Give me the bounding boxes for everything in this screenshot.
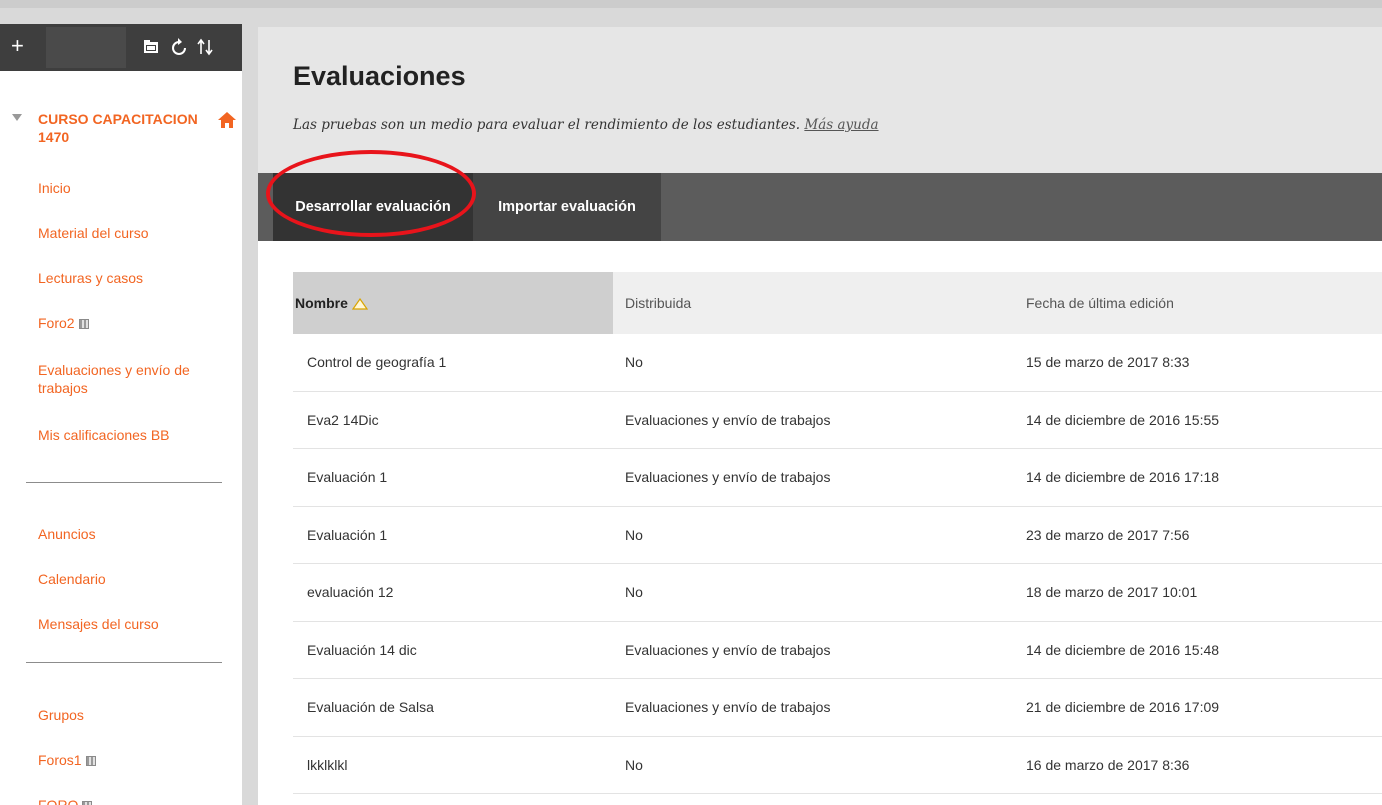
sidebar-item-inicio[interactable]: Inicio (38, 179, 71, 197)
test-name-link[interactable]: Control de geografía 1 (307, 334, 446, 390)
collapse-triangle-icon[interactable] (12, 114, 22, 121)
test-name-link[interactable]: evaluación 12 (307, 564, 393, 620)
column-header-name[interactable]: Nombre (293, 272, 613, 334)
table-header-row: Nombre Distribuida Fecha de última edici… (293, 272, 1382, 334)
test-name-link[interactable]: Evaluación 1 (307, 507, 387, 563)
sidebar-item-mis-calificaciones[interactable]: Mis calificaciones BB (38, 426, 170, 444)
sort-ascending-icon (351, 274, 369, 336)
group-tool-icon (82, 801, 93, 805)
group-tool-icon (78, 319, 89, 329)
sidebar-item-foro[interactable]: FORO (38, 796, 93, 805)
sidebar-item-foros1[interactable]: Foros1 (38, 751, 96, 769)
test-name-link[interactable]: lkklklkl (307, 737, 347, 793)
deployed-cell: Evaluaciones y envío de trabajos (625, 641, 831, 658)
sidebar-item-label: Foro2 (38, 315, 75, 331)
deployed-cell: No (625, 526, 643, 543)
deployed-cell: No (625, 756, 643, 773)
sidebar-item-evaluaciones-y-envio[interactable]: Evaluaciones y envío de trabajos (38, 361, 213, 397)
sidebar-item-mensajes-del-curso[interactable]: Mensajes del curso (38, 615, 159, 633)
column-header-deployed[interactable]: Distribuida (625, 272, 691, 334)
sidebar-divider (26, 482, 222, 483)
last-edit-cell: 14 de diciembre de 2016 17:18 (1026, 469, 1220, 485)
sidebar-toolbar: + (0, 24, 242, 71)
refresh-icon[interactable] (171, 38, 187, 61)
sidebar-item-label: FORO (38, 797, 79, 805)
action-bar: Desarrollar evaluación Importar evaluaci… (258, 173, 1382, 241)
last-edit-cell: 16 de marzo de 2017 8:36 (1026, 756, 1190, 773)
column-header-last-edit[interactable]: Fecha de última edición (1026, 272, 1174, 334)
home-icon[interactable] (218, 112, 236, 133)
sidebar-item-calendario[interactable]: Calendario (38, 570, 106, 588)
page-description: Las pruebas son un medio para evaluar el… (293, 117, 879, 133)
browser-top-strip (0, 0, 1382, 8)
sidebar-item-grupos[interactable]: Grupos (38, 706, 84, 724)
more-help-link[interactable]: Más ayuda (804, 117, 878, 133)
last-edit-cell: 15 de marzo de 2017 8:33 (1026, 354, 1190, 370)
page-header: Evaluaciones Las pruebas son un medio pa… (258, 27, 1382, 173)
add-menu-item-button[interactable]: + (11, 34, 24, 58)
test-name-link[interactable]: Eva2 14Dic (307, 392, 379, 448)
page-title: Evaluaciones (293, 61, 466, 91)
group-tool-icon (85, 756, 96, 766)
sort-icon[interactable] (196, 38, 214, 61)
sidebar-item-foro2[interactable]: Foro2 (38, 314, 89, 332)
last-edit-cell: 14 de diciembre de 2016 15:48 (1026, 641, 1220, 658)
table-row: Eva2 14Dic Evaluaciones y envío de traba… (293, 392, 1382, 449)
tests-table: Nombre Distribuida Fecha de última edici… (293, 272, 1382, 794)
develop-test-button[interactable]: Desarrollar evaluación (273, 173, 473, 241)
table-row: Evaluación 1 No 23 de marzo de 2017 7:56 (293, 507, 1382, 564)
table-row: lkklklkl No 16 de marzo de 2017 8:36 (293, 737, 1382, 794)
deployed-cell: No (625, 584, 643, 600)
course-sidebar: + CURSO CAPACITACION 1470 Inicio Materia… (0, 24, 242, 805)
sidebar-item-label: Foros1 (38, 752, 82, 768)
last-edit-cell: 23 de marzo de 2017 7:56 (1026, 526, 1190, 543)
table-row: Evaluación de Salsa Evaluaciones y envío… (293, 679, 1382, 737)
sidebar-divider (26, 662, 222, 663)
last-edit-cell: 14 de diciembre de 2016 15:55 (1026, 411, 1220, 428)
toolbar-blank-box (46, 27, 126, 68)
last-edit-cell: 21 de diciembre de 2016 17:09 (1026, 699, 1220, 715)
import-test-button[interactable]: Importar evaluación (473, 173, 661, 241)
deployed-cell: No (625, 354, 643, 370)
sidebar-item-anuncios[interactable]: Anuncios (38, 525, 96, 543)
deployed-cell: Evaluaciones y envío de trabajos (625, 469, 831, 485)
test-name-link[interactable]: Evaluación de Salsa (307, 679, 434, 735)
test-name-link[interactable]: Evaluación 1 (307, 449, 387, 505)
deployed-cell: Evaluaciones y envío de trabajos (625, 411, 831, 428)
last-edit-cell: 18 de marzo de 2017 10:01 (1026, 584, 1198, 600)
deployed-cell: Evaluaciones y envío de trabajos (625, 699, 831, 715)
table-row: Control de geografía 1 No 15 de marzo de… (293, 334, 1382, 392)
test-name-link[interactable]: Evaluación 14 dic (307, 622, 417, 678)
table-row: Evaluación 1 Evaluaciones y envío de tra… (293, 449, 1382, 507)
main-content: Evaluaciones Las pruebas son un medio pa… (258, 27, 1382, 805)
table-row: evaluación 12 No 18 de marzo de 2017 10:… (293, 564, 1382, 622)
folder-icon[interactable] (143, 38, 159, 59)
sidebar-item-material-del-curso[interactable]: Material del curso (38, 224, 149, 242)
column-header-label: Nombre (295, 295, 348, 311)
page-description-text: Las pruebas son un medio para evaluar el… (293, 117, 801, 133)
course-title-link[interactable]: CURSO CAPACITACION 1470 (38, 110, 218, 146)
table-row: Evaluación 14 dic Evaluaciones y envío d… (293, 622, 1382, 679)
sidebar-item-lecturas-y-casos[interactable]: Lecturas y casos (38, 269, 143, 287)
